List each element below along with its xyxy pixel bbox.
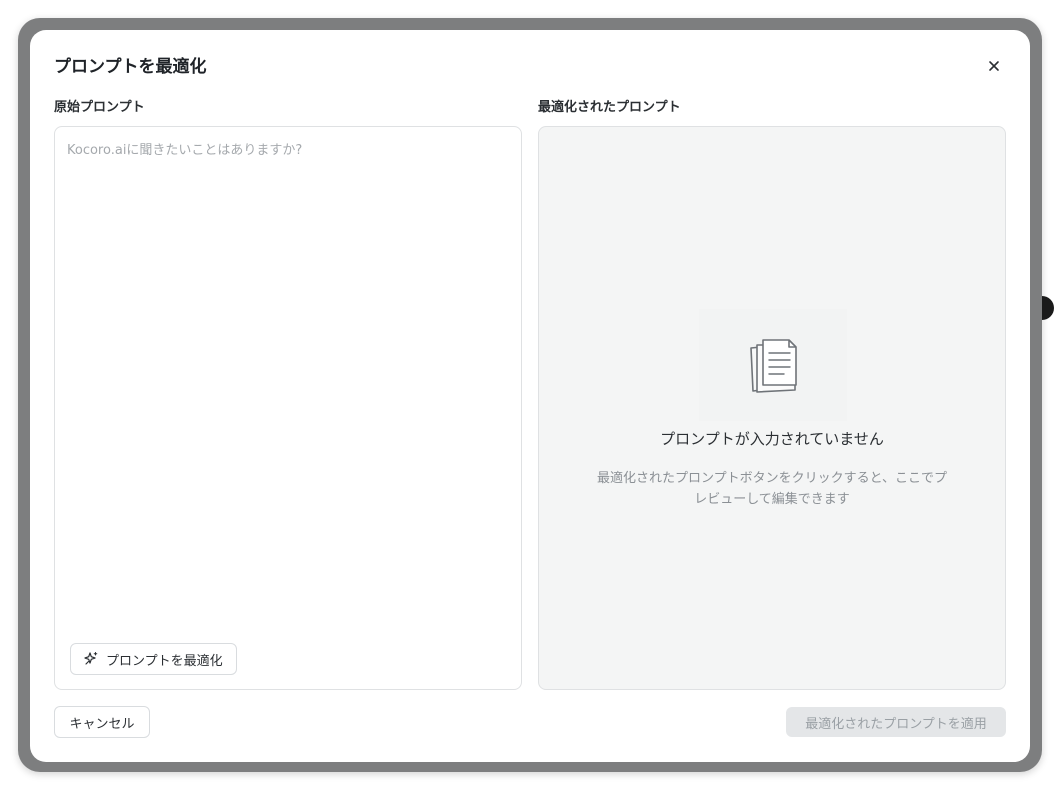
dialog-title: プロンプトを最適化 bbox=[54, 57, 207, 77]
close-icon bbox=[989, 61, 999, 71]
empty-state-illustration bbox=[699, 309, 847, 421]
original-prompt-input[interactable] bbox=[67, 141, 507, 621]
empty-state-description: 最適化されたプロンプトボタンをクリックすると、ここでプレビューして編集できます bbox=[596, 471, 948, 507]
optimize-prompt-button[interactable]: プロンプトを最適化 bbox=[70, 643, 237, 675]
close-button[interactable] bbox=[982, 54, 1006, 78]
original-prompt-label: 原始プロンプト bbox=[54, 100, 145, 115]
optimized-prompt-label: 最適化されたプロンプト bbox=[538, 100, 681, 115]
optimize-prompt-dialog: プロンプトを最適化 原始プロンプト 最適化されたプロンプト プロンプトを最適化 bbox=[30, 30, 1030, 762]
background-side-handle bbox=[1042, 296, 1054, 320]
cancel-button[interactable]: キャンセル bbox=[54, 706, 150, 738]
sparkle-icon bbox=[84, 651, 98, 665]
optimize-prompt-button-label: プロンプトを最適化 bbox=[106, 653, 223, 669]
optimized-prompt-panel: プロンプトが入力されていません 最適化されたプロンプトボタンをクリックすると、こ… bbox=[538, 126, 1006, 690]
apply-optimized-prompt-button[interactable]: 最適化されたプロンプトを適用 bbox=[786, 707, 1006, 737]
original-prompt-panel: プロンプトを最適化 bbox=[54, 126, 522, 690]
empty-state-title: プロンプトが入力されていません bbox=[660, 430, 884, 448]
documents-icon bbox=[750, 339, 797, 393]
